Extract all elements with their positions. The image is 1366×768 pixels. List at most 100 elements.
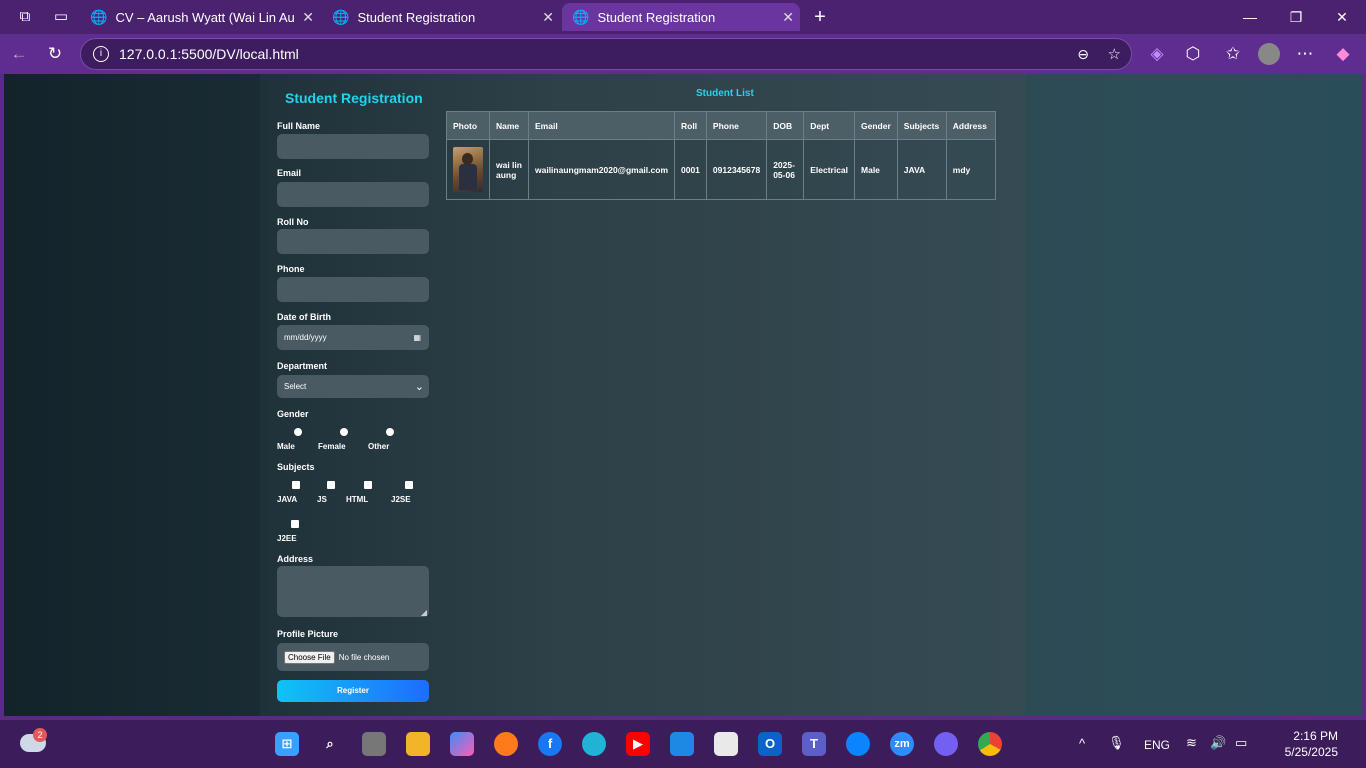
zoom-icon[interactable]: ⊖ — [1077, 46, 1089, 63]
address-cell: mdy — [945, 139, 996, 200]
column-header: Email — [528, 111, 675, 140]
choose-file-button[interactable]: Choose File — [284, 650, 335, 664]
roll-cell: 0001 — [674, 139, 707, 200]
viber-icon[interactable] — [934, 732, 958, 756]
favorites-icon[interactable]: ✩ — [1222, 43, 1244, 65]
store-icon[interactable] — [714, 732, 738, 756]
form-title: Student Registration — [285, 90, 423, 106]
time: 2:16 PM — [1293, 729, 1338, 743]
dept-cell: Electrical — [803, 139, 856, 200]
battery-icon[interactable]: ▭ — [1235, 735, 1247, 751]
microphone-icon[interactable]: 🎙 — [1108, 735, 1125, 751]
subject-checkbox-html[interactable] — [364, 481, 372, 489]
department-value: Select — [284, 382, 307, 391]
messenger-icon[interactable] — [846, 732, 870, 756]
site-info-icon[interactable]: i — [93, 46, 109, 62]
tab-title: Student Registration — [357, 9, 476, 25]
teams-icon[interactable]: T — [802, 732, 826, 756]
address-textarea[interactable]: ◢ — [277, 566, 429, 617]
email-label: Email — [277, 168, 302, 178]
weather-badge: 2 — [33, 728, 47, 742]
column-header: Photo — [446, 111, 490, 140]
clock[interactable]: 2:16 PM 5/25/2025 — [1285, 728, 1338, 760]
zoom-icon[interactable]: zm — [890, 732, 914, 756]
dob-input[interactable]: mm/dd/yyyy ▦ — [277, 325, 429, 350]
subject-checkbox-js[interactable] — [327, 481, 335, 489]
refresh-icon[interactable]: ↻ — [44, 43, 66, 65]
facebook-icon[interactable]: f — [538, 732, 562, 756]
subject-option-label: JAVA — [277, 495, 298, 504]
gender-cell: Male — [854, 139, 898, 200]
page-viewport: Student Registration Full Name Email Rol… — [4, 74, 1362, 716]
phone-input[interactable] — [277, 277, 429, 302]
full-name-input[interactable] — [277, 134, 429, 159]
subject-checkbox-j2ee[interactable] — [291, 520, 299, 528]
phone-label: Phone — [277, 264, 305, 274]
photo-cell — [446, 139, 490, 200]
full-name-label: Full Name — [277, 121, 321, 131]
column-header: Phone — [705, 111, 768, 140]
copilot-icon[interactable]: ◈ — [1146, 43, 1168, 65]
subject-option-label: J2SE — [391, 495, 411, 504]
vscode-icon[interactable] — [670, 732, 694, 756]
favorite-icon[interactable]: ☆ — [1108, 45, 1121, 63]
department-select[interactable]: Select ⌄ — [277, 375, 429, 398]
task-view-icon[interactable] — [362, 732, 386, 756]
search-icon[interactable]: ⌕ — [318, 732, 342, 756]
register-button[interactable]: Register — [277, 680, 429, 702]
extensions-icon[interactable]: ⬡ — [1182, 43, 1204, 65]
subject-checkbox-j2se[interactable] — [405, 481, 413, 489]
tab-student-registration[interactable]: 🌐 Student Registration ✕ — [322, 3, 560, 31]
close-window-icon[interactable]: ✕ — [1328, 6, 1356, 28]
back-icon[interactable]: ← — [8, 43, 30, 65]
student-table: Photo Name Email Roll Phone DOB Dept Gen… — [446, 111, 996, 200]
restore-icon[interactable]: ❐ — [1282, 6, 1310, 28]
more-icon[interactable]: ⋯ — [1294, 43, 1316, 65]
minimize-icon[interactable]: — — [1236, 6, 1264, 28]
close-tab-icon[interactable]: ✕ — [782, 9, 794, 26]
close-tab-icon[interactable]: ✕ — [542, 9, 554, 26]
subject-checkbox-java[interactable] — [292, 481, 300, 489]
gender-radio-other[interactable] — [386, 428, 394, 436]
file-explorer-icon[interactable] — [406, 732, 430, 756]
language-indicator[interactable]: ENG — [1144, 738, 1170, 752]
edge-copilot-icon[interactable]: ◆ — [1332, 43, 1354, 65]
department-label: Department — [277, 361, 328, 371]
gender-radio-male[interactable] — [294, 428, 302, 436]
tab-cv[interactable]: 🌐 CV – Aarush Wyatt (Wai Lin Aung ✕ — [80, 3, 320, 31]
table-header-row: Photo Name Email Roll Phone DOB Dept Gen… — [446, 111, 996, 140]
resize-handle-icon[interactable]: ◢ — [421, 608, 427, 617]
profile-picture-input[interactable]: Choose File No file chosen — [277, 643, 429, 671]
tab-title: Student Registration — [597, 9, 716, 25]
tab-student-registration-active[interactable]: 🌐 Student Registration ✕ — [562, 3, 800, 31]
calendar-icon[interactable]: ▦ — [413, 333, 421, 342]
new-tab-icon[interactable]: + — [809, 6, 831, 28]
chevron-up-icon[interactable]: ^ — [1079, 736, 1085, 751]
dob-placeholder: mm/dd/yyyy — [284, 333, 327, 342]
dob-cell: 2025-05-06 — [766, 139, 805, 200]
email-input[interactable] — [277, 182, 429, 207]
gender-label: Gender — [277, 409, 309, 419]
tab-bar: ⧉ ▭ 🌐 CV – Aarush Wyatt (Wai Lin Aung ✕ … — [0, 0, 1366, 34]
tab-actions-icon[interactable]: ▭ — [50, 6, 72, 28]
chrome-icon[interactable] — [978, 732, 1002, 756]
volume-icon[interactable]: 🔊 — [1210, 735, 1226, 751]
youtube-icon[interactable]: ▶ — [626, 732, 650, 756]
workspaces-icon[interactable]: ⧉ — [14, 6, 36, 28]
edge-icon[interactable] — [582, 732, 606, 756]
gender-radio-female[interactable] — [340, 428, 348, 436]
profile-avatar-icon[interactable] — [1258, 43, 1280, 65]
column-header: Address — [945, 111, 996, 140]
copilot-app-icon[interactable] — [450, 732, 474, 756]
table-row: wai lin aung wailinaungmam2020@gmail.com… — [446, 139, 996, 200]
outlook-icon[interactable]: O — [758, 732, 782, 756]
chevron-down-icon: ⌄ — [414, 381, 424, 393]
roll-input[interactable] — [277, 229, 429, 254]
firefox-icon[interactable] — [494, 732, 518, 756]
globe-icon: 🌐 — [572, 8, 590, 25]
wifi-icon[interactable]: ≋ — [1186, 735, 1197, 751]
column-header: Gender — [854, 111, 898, 140]
url-input[interactable]: i 127.0.0.1:5500/DV/local.html ⊖ ☆ — [80, 38, 1132, 70]
start-icon[interactable]: ⊞ — [275, 732, 299, 756]
close-tab-icon[interactable]: ✕ — [302, 9, 314, 26]
